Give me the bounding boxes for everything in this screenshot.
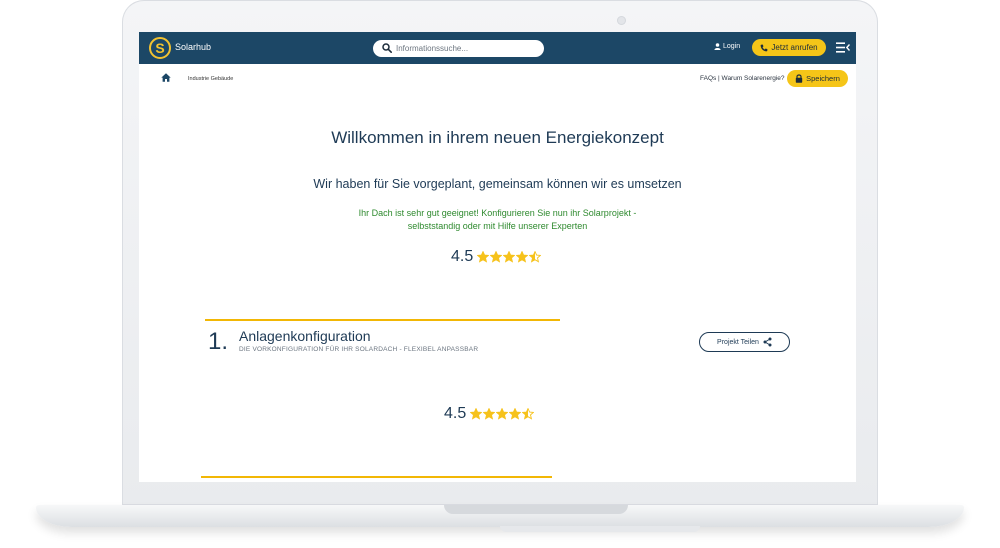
star-full-icon xyxy=(490,251,503,263)
section-divider xyxy=(205,319,560,321)
note-line-1: Ihr Dach ist sehr gut geeignet! Konfigur… xyxy=(358,208,637,218)
search-icon[interactable] xyxy=(382,43,392,53)
share-label: Projekt Teilen xyxy=(717,338,759,346)
rating-value: 4.5 xyxy=(451,248,474,265)
share-icon xyxy=(763,337,772,347)
star-full-icon xyxy=(470,408,483,420)
step-subtitle: DIE VORKONFIGURATION FÜR IHR SOLARDACH -… xyxy=(239,346,479,353)
call-now-label: Jetzt anrufen xyxy=(771,43,818,52)
rating-stars xyxy=(477,251,542,263)
section-divider xyxy=(201,476,552,478)
app-screen: S Solarhub Login Jetzt anrufen xyxy=(139,32,856,482)
laptop-base xyxy=(36,505,964,527)
share-project-button[interactable]: Projekt Teilen xyxy=(699,332,790,352)
lock-icon xyxy=(795,74,803,83)
phone-icon xyxy=(761,44,768,51)
solarhub-logo-icon[interactable]: S xyxy=(149,37,171,59)
top-navbar: S Solarhub Login Jetzt anrufen xyxy=(139,32,856,64)
star-full-icon xyxy=(496,408,509,420)
star-full-icon xyxy=(516,251,529,263)
menu-icon[interactable] xyxy=(836,42,850,53)
rating-stars xyxy=(470,408,535,420)
login-label: Login xyxy=(723,43,741,50)
note-line-2: selbststandig oder mit Hilfe unserer Exp… xyxy=(407,221,588,231)
star-full-icon xyxy=(483,408,496,420)
rating-value: 4.5 xyxy=(444,405,467,422)
search-input[interactable] xyxy=(396,41,536,55)
laptop-notch xyxy=(444,505,628,514)
star-half-icon xyxy=(529,251,542,263)
call-now-button[interactable]: Jetzt anrufen xyxy=(752,39,826,56)
section-rating: 4.5 xyxy=(444,405,535,423)
star-half-icon xyxy=(522,408,535,420)
laptop-foot xyxy=(500,526,700,532)
hero-rating: 4.5 xyxy=(451,248,542,266)
star-full-icon xyxy=(503,251,516,263)
roof-suitability-note: Ihr Dach ist sehr gut geeignet! Konfigur… xyxy=(327,207,668,233)
search-bar[interactable] xyxy=(373,40,544,57)
page-title: Willkommen in ihrem neuen Energiekonzept xyxy=(331,128,664,147)
save-button[interactable]: Speichern xyxy=(787,70,848,87)
breadcrumb-bar: Industrie Gebäude FAQs | Warum Solarener… xyxy=(139,64,856,94)
logo-text[interactable]: Solarhub xyxy=(175,42,211,52)
step-number: 1. xyxy=(208,328,229,355)
faq-link[interactable]: FAQs | Warum Solarenergie? xyxy=(700,75,785,82)
page-subtitle: Wir haben für Sie vorgeplant, gemeinsam … xyxy=(313,177,682,191)
star-full-icon xyxy=(477,251,490,263)
star-full-icon xyxy=(509,408,522,420)
user-icon xyxy=(714,43,721,50)
breadcrumb[interactable]: Industrie Gebäude xyxy=(188,76,233,82)
login-link[interactable]: Login xyxy=(714,43,740,50)
save-label: Speichern xyxy=(806,74,840,83)
home-icon[interactable] xyxy=(161,73,171,82)
camera-icon xyxy=(617,16,626,25)
step-title: Anlagenkonfiguration xyxy=(239,328,371,344)
